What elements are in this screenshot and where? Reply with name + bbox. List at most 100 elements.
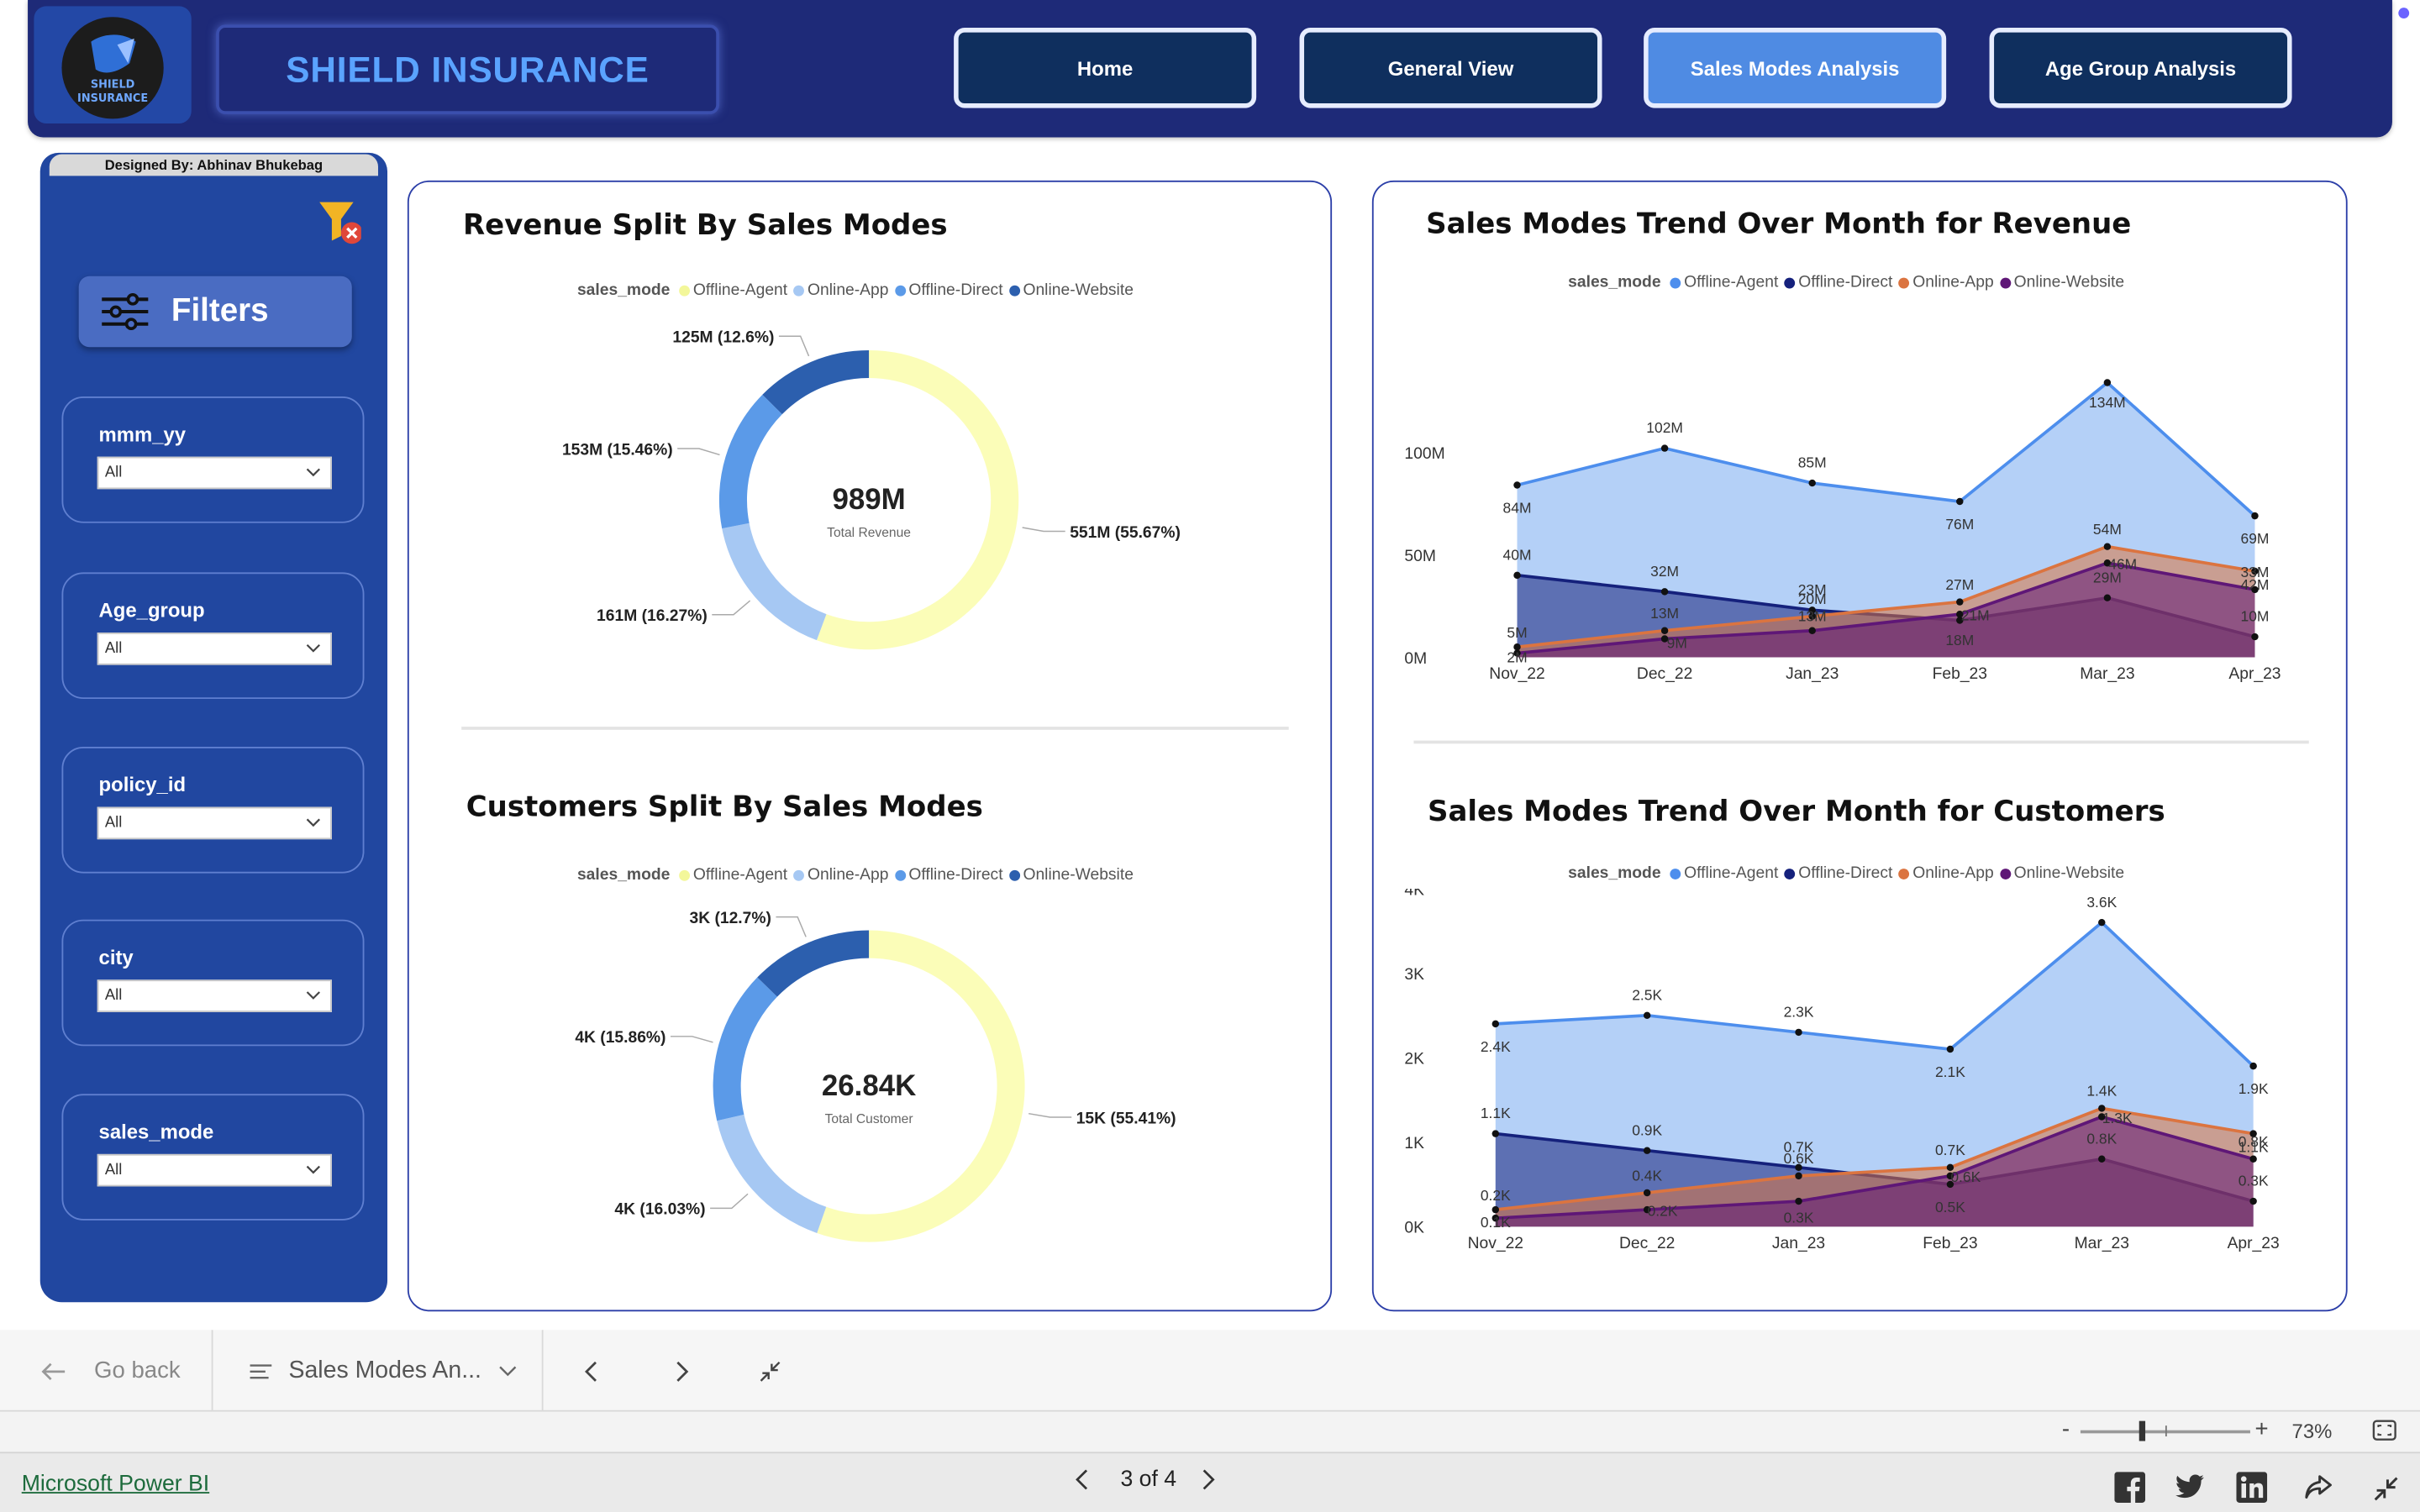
legend-swatch [1898,276,1910,288]
legend-item[interactable]: Offline-Direct [1784,273,1892,291]
legend-item[interactable]: Online-Website [2000,864,2124,883]
filters-label: Filters [171,292,269,329]
data-point [1660,444,1669,452]
zoom-bar: - + 73% [0,1411,2420,1452]
legend-swatch [793,869,805,880]
slicer-dropdown[interactable]: All [97,979,332,1012]
legend-item[interactable]: Online-Website [2000,273,2124,291]
revenue-trend-title: Sales Modes Trend Over Month for Revenue [1426,207,2132,241]
nav-home-button[interactable]: Home [954,28,1257,108]
revenue-donut-title: Revenue Split By Sales Modes [463,209,948,243]
legend-item[interactable]: Online-Website [1008,281,1134,299]
legend-item[interactable]: Offline-Direct [894,865,1003,884]
linkedin-icon[interactable] [2236,1472,2268,1503]
zoom-slider-track[interactable] [2080,1420,2250,1441]
legend-item[interactable]: Offline-Direct [1784,864,1892,883]
twitter-icon[interactable] [2175,1470,2206,1501]
legend-label: Offline-Agent [1684,864,1779,883]
legend-item[interactable]: Online-App [793,281,889,300]
designer-credit: Designed By: Abhinav Bhukebag [49,154,379,176]
page-menu-label: Sales Modes An... [288,1357,481,1383]
donut-slice [722,522,827,641]
legend-title: sales_mode [1568,864,1661,883]
next-page-button[interactable] [673,1330,692,1411]
page-menu-button[interactable]: Sales Modes An... [249,1330,517,1411]
legend-label: Online-Website [2013,273,2125,292]
customers-donut-legend: sales_mode Offline-Agent Online-App Offline… [577,865,1139,884]
revenue-donut-chart: 551M (55.67%) 161M (16.27%) 153M (15.46%) 1… [562,329,1181,650]
data-label: 2.5K [1632,986,1662,1003]
x-tick-label: Jan_23 [1772,1235,1825,1252]
zoom-slider-thumb[interactable] [2139,1420,2146,1441]
data-point [1660,627,1669,634]
go-back-button[interactable]: Go back [40,1330,181,1411]
legend-item[interactable]: Online-Website [1008,865,1134,885]
fit-to-page-icon[interactable] [2372,1420,2396,1441]
chevron-left-icon[interactable] [1073,1469,1092,1491]
data-point [1491,1130,1500,1137]
facebook-icon[interactable] [2114,1472,2146,1503]
legend-label: Offline-Agent [692,865,788,885]
data-label: 32M [1650,563,1679,580]
data-label: 27M [1945,576,1974,593]
data-label: 0.1K [1481,1214,1511,1231]
data-label: 33M [2241,564,2270,580]
donut-slice [757,930,870,997]
share-icon[interactable] [2302,1472,2333,1503]
x-tick-label: Dec_22 [1637,665,1692,683]
data-label: 85M [1798,454,1827,471]
collapse-button[interactable] [758,1330,782,1411]
data-label: 0.9K [1632,1121,1662,1138]
legend-item[interactable]: Online-App [793,865,889,884]
legend-swatch [793,284,805,296]
x-tick-label: Feb_23 [1923,1235,1977,1252]
legend-item[interactable]: Offline-Agent [1670,273,1778,291]
slice-data-label: 161M (16.27%) [597,607,708,625]
zoom-out-button[interactable]: - [2062,1416,2070,1442]
slice-data-label: 4K (16.03%) [614,1201,705,1219]
nav-general-view-button[interactable]: General View [1299,28,1602,108]
legend-label: Online-App [808,281,889,300]
data-point [1643,1189,1651,1197]
collapse-arrows-icon [760,1361,781,1381]
data-label: 5M [1507,624,1527,641]
slicer-title: policy_id [98,773,187,796]
revenue-donut-legend: sales_mode Offline-Agent Online-App Offline… [577,281,1139,299]
nav-sales-modes-button[interactable]: Sales Modes Analysis [1644,28,1947,108]
slicer-title: city [98,945,134,969]
slicer-dropdown[interactable]: All [97,806,332,840]
collapse-arrows-icon[interactable] [2370,1473,2402,1504]
data-point [1513,571,1521,580]
legend-item[interactable]: Offline-Agent [679,281,787,299]
legend-item[interactable]: Offline-Agent [1670,864,1779,883]
legend-item[interactable]: Offline-Agent [679,865,787,884]
chevron-right-icon[interactable] [1200,1469,1218,1491]
filters-button[interactable]: Filters [78,276,352,348]
clear-filters-icon[interactable] [318,199,361,245]
donut-slice [762,349,870,415]
data-label: 13M [1650,605,1679,622]
chevron-down-icon [499,1365,517,1376]
x-tick-label: Apr_23 [2228,1235,2280,1252]
legend-item[interactable]: Online-App [1898,864,1994,883]
zoom-in-button[interactable]: + [2254,1416,2268,1442]
donut-center-value: 989M [832,483,905,516]
data-label: 1.4K [2086,1083,2117,1100]
legend-label: Offline-Direct [908,281,1003,300]
slicer-dropdown[interactable]: All [97,456,332,490]
data-label: 0.8K [2086,1130,2117,1147]
legend-item[interactable]: Offline-Direct [894,281,1003,300]
data-label: 0.7K [1935,1142,1965,1158]
nav-age-group-button[interactable]: Age Group Analysis [1989,28,2292,108]
powerbi-link[interactable]: Microsoft Power BI [22,1472,209,1496]
slicer-dropdown[interactable]: All [97,1153,332,1187]
donut-slice [717,1114,827,1233]
slicer-dropdown[interactable]: All [97,633,332,665]
previous-page-button[interactable] [581,1330,600,1411]
data-point [1491,1205,1500,1214]
legend-swatch [1784,276,1796,288]
customers-donut-chart: 15K (55.41%) 4K (16.03%) 4K (15.86%) 3K (12… [575,910,1176,1242]
legend-label: Online-Website [1023,865,1134,885]
legend-item[interactable]: Online-App [1898,273,1994,291]
data-point [1795,1172,1802,1180]
